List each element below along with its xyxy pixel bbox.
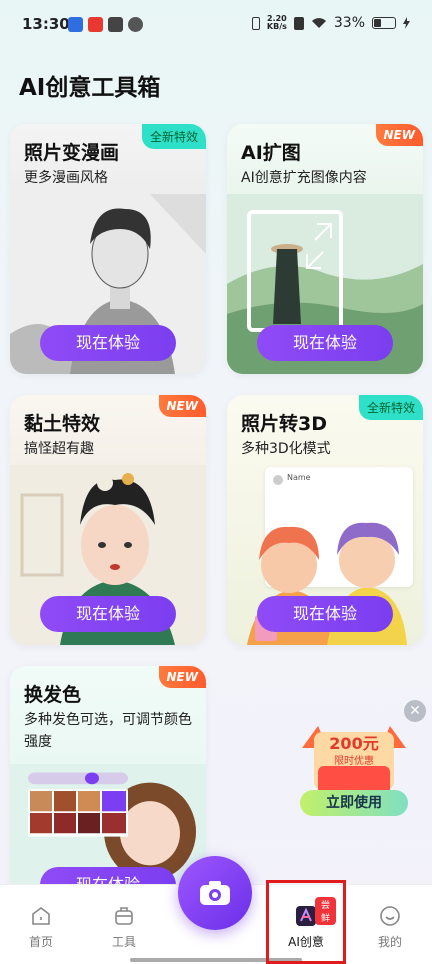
card-ai-expand[interactable]: NEW AI扩图 AI创意扩充图像内容 现在体验 [227,124,423,374]
net-speed: 2.20 KB/s [266,14,287,31]
nav-item-home[interactable]: 首页 [11,905,71,950]
card-subtitle: 多种3D化模式 [241,441,331,457]
card-hair-color[interactable]: NEW 换发色 多种发色可选，可调节颜色强度 现在体验 [10,666,206,916]
promo-amount: 200元 [329,734,379,753]
try-now-button[interactable]: 现在体验 [257,596,393,632]
card-badge: 全新特效 [358,395,423,420]
page-title: AI创意工具箱 [19,75,161,101]
status-bar: 13:30 2.20 KB/s 33% [0,0,432,50]
toolbox-icon [115,907,133,925]
app-notification-icon [68,17,83,32]
card-title: 换发色 [24,684,82,706]
highlight-box [266,880,346,964]
card-title: 照片转3D [241,413,327,435]
nav-item-profile[interactable]: 我的 [360,905,420,950]
status-time: 13:30 [22,15,70,33]
nav-item-tools[interactable]: 工具 [94,905,154,950]
card-clay-effect[interactable]: NEW 黏土特效 搞怪超有趣 现在体验 [10,395,206,645]
camera-icon [200,881,230,905]
charging-icon [403,17,410,29]
promo-caption: 限时优惠 [334,756,374,767]
promo-coupon[interactable]: 200元 限时优惠 立即使用 [298,718,410,818]
profile-icon [380,906,400,926]
app-notification-icon [128,17,143,32]
battery-icon [372,17,396,29]
nav-label: 首页 [28,935,53,949]
status-right: 2.20 KB/s 33% [251,14,410,31]
card-subtitle: AI创意扩充图像内容 [241,170,367,186]
card-subtitle: 多种发色可选，可调节颜色强度 [24,712,192,750]
vibrate-icon [251,16,260,30]
nav-label: 工具 [111,935,136,949]
try-now-button[interactable]: 现在体验 [257,325,393,361]
card-badge: NEW [375,124,423,146]
card-title: AI扩图 [241,142,301,164]
card-badge: NEW [158,666,206,688]
promo-close-button[interactable]: ✕ [404,700,426,722]
card-photo-to-comic[interactable]: 全新特效 照片变漫画 更多漫画风格 现在体验 [10,124,206,374]
card-subtitle: 更多漫画风格 [24,170,108,186]
nav-label: 我的 [377,935,402,949]
card-title: 照片变漫画 [24,142,120,164]
wifi-icon [311,18,326,28]
camera-button[interactable] [178,856,252,930]
sim-icon [293,16,304,30]
card-badge: NEW [158,395,206,417]
card-title: 黏土特效 [24,413,101,435]
card-subtitle: 搞怪超有趣 [24,441,94,457]
app-notification-icon [108,17,123,32]
battery-percent: 33% [333,15,365,31]
card-photo-to-3d[interactable]: 全新特效 照片转3D 多种3D化模式 Name 现在体验 [227,395,423,645]
promo-use-button[interactable]: 立即使用 [300,790,408,816]
card-badge: 全新特效 [141,124,206,149]
home-icon [32,907,50,925]
try-now-button[interactable]: 现在体验 [40,596,176,632]
app-notification-icon [88,17,103,32]
try-now-button[interactable]: 现在体验 [40,325,176,361]
